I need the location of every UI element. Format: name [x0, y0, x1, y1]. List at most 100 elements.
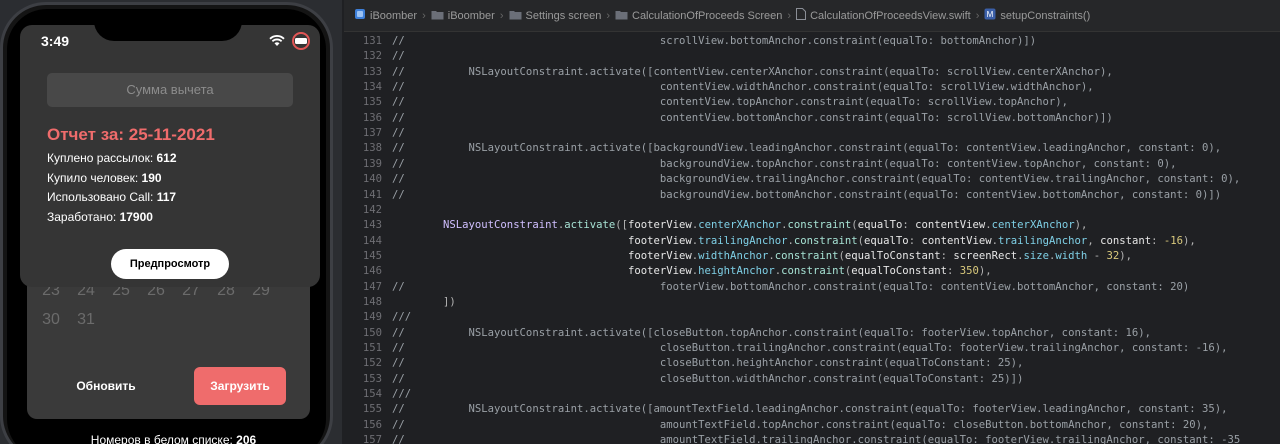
code-line[interactable]: 156 // amountTextField.topAnchor.constrai…: [344, 418, 1280, 433]
code-text: //: [392, 50, 405, 63]
code-text: ///: [392, 388, 412, 401]
breadcrumb-item-group[interactable]: iBoomber: [431, 9, 495, 23]
folder-icon: [509, 9, 522, 23]
code-line[interactable]: 157 // amountTextField.trailingAnchor.con…: [344, 433, 1280, 444]
line-number: 151: [362, 342, 382, 354]
load-button[interactable]: Загрузить: [194, 367, 286, 405]
phone-screen: 3:49 16171819202122232425262728293031 Об…: [7, 9, 326, 444]
code-text: // backgroundView.trailingAnchor.constra…: [392, 173, 1241, 186]
report-title: Отчет за: 25-11-2021: [47, 125, 215, 144]
code-text: //: [392, 127, 405, 140]
line-number: 150: [362, 326, 382, 339]
code-editor: iBoomber › iBoomber › Settings screen › …: [344, 0, 1280, 444]
code-line[interactable]: 143 NSLayoutConstraint.activate([footerV…: [344, 218, 1280, 233]
line-number: 138: [362, 142, 382, 155]
code-text: // amountTextField.trailingAnchor.constr…: [392, 434, 1241, 444]
line-number: 145: [362, 249, 382, 262]
breadcrumb-item-screen[interactable]: CalculationOfProceeds Screen: [615, 9, 782, 23]
line-number: 139: [362, 157, 382, 170]
code-text: // NSLayoutConstraint.activate([contentV…: [392, 65, 1113, 78]
line-number: 133: [362, 65, 382, 78]
line-number: 142: [362, 203, 382, 216]
code-text: // NSLayoutConstraint.activate([amountTe…: [392, 403, 1228, 416]
chevron-right-icon: ›: [606, 9, 610, 22]
code-line[interactable]: 147 // footerView.bottomAnchor.constraint…: [344, 280, 1280, 295]
stat-earned: Заработано: 17900: [47, 210, 153, 224]
chevron-right-icon: ›: [499, 9, 504, 22]
report-popup: Сумма вычета Отчет за: 25-11-2021 Куплен…: [20, 25, 320, 287]
project-icon: [354, 8, 366, 23]
code-text: // closeButton.heightAnchor.constraint(e…: [392, 357, 1024, 370]
code-line[interactable]: 155 // NSLayoutConstraint.activate([amoun…: [344, 402, 1280, 417]
code-line[interactable]: 134 // contentView.widthAnchor.constraint…: [344, 80, 1280, 95]
code-text: // NSLayoutConstraint.activate([closeBut…: [392, 326, 1151, 339]
code-line[interactable]: 148 ]): [344, 295, 1280, 310]
code-line[interactable]: 137 //: [344, 126, 1280, 141]
code-line[interactable]: 146 footerView.heightAnchor.constraint(e…: [344, 264, 1280, 279]
code-text: ]): [392, 295, 456, 308]
code-text: // closeButton.trailingAnchor.constraint…: [392, 342, 1228, 354]
line-number: 148: [362, 295, 382, 308]
code-line[interactable]: 150 // NSLayoutConstraint.activate([close…: [344, 326, 1280, 341]
code-text: // backgroundView.topAnchor.constraint(e…: [392, 157, 1177, 170]
line-number: 152: [362, 357, 382, 370]
deduction-amount-input[interactable]: Сумма вычета: [47, 73, 293, 107]
line-number: 153: [362, 372, 382, 385]
code-line[interactable]: 149 ///: [344, 310, 1280, 325]
breadcrumb-item-project[interactable]: iBoomber: [354, 8, 417, 23]
code-text: // contentView.topAnchor.constraint(equa…: [392, 96, 1069, 109]
calendar-day[interactable]: 30: [34, 305, 68, 335]
code-area[interactable]: 131 // scrollView.bottomAnchor.constraint…: [344, 32, 1280, 444]
code-line[interactable]: 151 // closeButton.trailingAnchor.constra…: [344, 341, 1280, 356]
line-number: 132: [362, 50, 382, 63]
method-icon: M: [984, 8, 996, 23]
code-line[interactable]: 135 // contentView.topAnchor.constraint(e…: [344, 95, 1280, 110]
folder-icon: [615, 9, 628, 23]
line-number: 155: [362, 403, 382, 416]
code-line[interactable]: 133 // NSLayoutConstraint.activate([conte…: [344, 65, 1280, 80]
code-text: footerView.trailingAnchor.constraint(equ…: [628, 234, 1196, 247]
code-line[interactable]: 152 // closeButton.heightAnchor.constrain…: [344, 356, 1280, 371]
code-text: // backgroundView.bottomAnchor.constrain…: [392, 188, 1222, 201]
line-number: 144: [362, 234, 382, 247]
breadcrumb-item-settings[interactable]: Settings screen: [509, 9, 601, 23]
stat-calls: Использовано Call: 117: [47, 190, 177, 204]
line-number: 146: [362, 265, 382, 278]
code-line[interactable]: 140 // backgroundView.trailingAnchor.cons…: [344, 172, 1280, 187]
whitelist-value: 206: [236, 433, 257, 444]
preview-button[interactable]: Предпросмотр: [111, 249, 229, 279]
code-line[interactable]: 138 // NSLayoutConstraint.activate([backg…: [344, 141, 1280, 156]
line-number: 137: [362, 127, 382, 140]
chevron-right-icon: ›: [975, 9, 980, 22]
calendar-day[interactable]: 31: [69, 305, 103, 335]
refresh-button[interactable]: Обновить: [61, 369, 151, 403]
breadcrumb-item-file[interactable]: CalculationOfProceedsView.swift: [796, 8, 971, 23]
code-line[interactable]: 144 footerView.trailingAnchor.constraint…: [344, 234, 1280, 249]
code-line[interactable]: 154 ///: [344, 387, 1280, 402]
code-line[interactable]: 145 footerView.widthAnchor.constraint(eq…: [344, 249, 1280, 264]
code-line[interactable]: 139 // backgroundView.topAnchor.constrain…: [344, 157, 1280, 172]
swift-file-icon: [796, 8, 807, 23]
code-line[interactable]: 132 //: [344, 49, 1280, 64]
code-line[interactable]: 136 // contentView.bottomAnchor.constrain…: [344, 111, 1280, 126]
code-line[interactable]: 142: [344, 203, 1280, 218]
code-text: footerView.widthAnchor.constraint(equalT…: [628, 249, 1132, 262]
code-text: // contentView.bottomAnchor.constraint(e…: [392, 111, 1113, 124]
code-text: // scrollView.bottomAnchor.constraint(eq…: [392, 35, 1037, 47]
phone-simulator: 3:49 16171819202122232425262728293031 Об…: [0, 0, 342, 444]
code-text: ///: [392, 311, 412, 324]
breadcrumb-item-method[interactable]: M setupConstraints(): [984, 8, 1090, 23]
line-number: 141: [362, 188, 382, 201]
code-line[interactable]: 153 // closeButton.widthAnchor.constraint…: [344, 372, 1280, 387]
battery-icon: [290, 32, 312, 55]
code-line[interactable]: 131 // scrollView.bottomAnchor.constraint…: [344, 34, 1280, 49]
code-line[interactable]: 141 // backgroundView.bottomAnchor.constr…: [344, 188, 1280, 203]
code-text: // closeButton.widthAnchor.constraint(eq…: [392, 372, 1024, 385]
line-number: 143: [362, 219, 382, 232]
folder-icon: [431, 9, 444, 23]
whitelist-count: Номеров в белом списке: 206: [7, 433, 326, 444]
line-number: 149: [362, 311, 382, 324]
line-number: 157: [362, 434, 382, 444]
stat-mailings: Куплено рассылок: 612: [47, 151, 177, 165]
stat-buyers: Купило человек: 190: [47, 171, 162, 185]
